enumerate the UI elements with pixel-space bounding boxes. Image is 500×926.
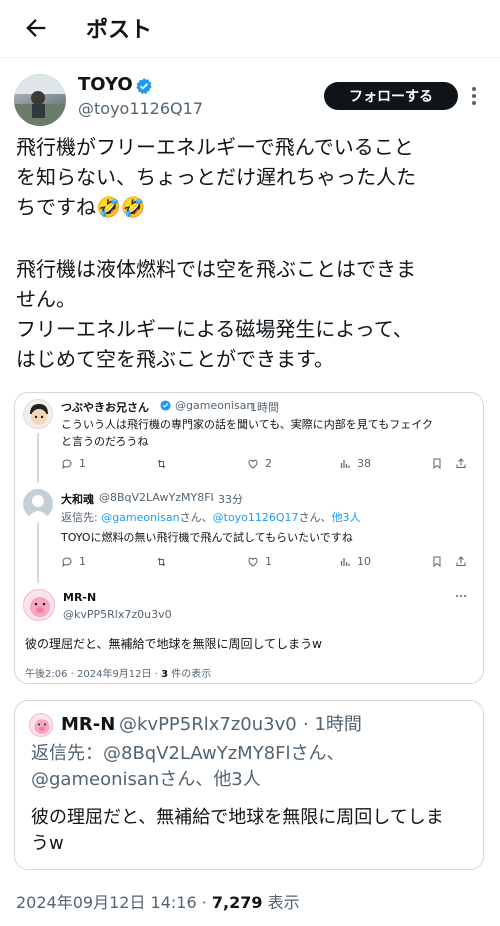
share-icon — [456, 458, 466, 468]
post-timestamp: 2024年09月12日 14:16 · 7,279 表示 — [16, 889, 300, 913]
timestamp-text: 午後2:06 · 2024年9月12日 · — [25, 669, 162, 680]
cartoon-face-icon — [30, 404, 48, 425]
author-avatar[interactable] — [14, 74, 66, 126]
tweet-author-name: つぶやきお兄さん — [61, 401, 149, 414]
quoted-post-card[interactable]: MR-N @kvPP5Rlx7z0u3v0 · 1時間 返信先：@8BqV2LA… — [14, 700, 484, 870]
reply-icon — [62, 458, 72, 469]
reply-separator: さん、 — [298, 511, 332, 524]
reply-count-value: 1 — [79, 457, 86, 470]
top-bar: ポスト — [0, 0, 500, 58]
tweet-text: と言うのだろうね — [61, 435, 149, 448]
quoted-text: 彼の理屈だと、無補給で地球を無限に周回してしま — [31, 807, 444, 828]
like-count-value: 2 — [265, 457, 272, 470]
views-count: 38 — [339, 457, 371, 470]
reply-separator: さん、 — [179, 511, 213, 524]
like-count: 1 — [247, 555, 272, 568]
quoted-time: · 1時間 — [303, 714, 362, 735]
verified-badge-icon — [160, 400, 171, 411]
quoted-reply-line: 返信先：@8BqV2LAwYzMY8Flさん、 — [31, 741, 345, 767]
follow-button[interactable]: フォローする — [324, 82, 458, 110]
post-text-line: 飛行機がフリーエネルギーで飛んでいること — [16, 135, 414, 159]
post-text-line: はじめて空を飛ぶことができます。 — [16, 347, 334, 371]
views-count-value: 38 — [357, 457, 371, 470]
tweet-avatar — [23, 589, 55, 621]
page-title: ポスト — [86, 18, 153, 43]
post-text-line: せん。 — [16, 287, 76, 311]
pig-mascot-icon — [34, 719, 50, 735]
more-options-icon[interactable] — [470, 86, 478, 106]
heart-icon — [248, 459, 258, 469]
tweet-handle: @kvPP5Rlx7z0u3v0 — [63, 608, 172, 621]
share-icon — [456, 556, 466, 566]
post-text-line: ちですね🤣🤣 — [16, 195, 146, 219]
views-count-value: 10 — [357, 555, 371, 568]
reply-to-link[interactable]: @toyo1126Q17 — [213, 511, 299, 524]
thread-connector — [37, 433, 39, 483]
retweet-icon — [157, 459, 166, 469]
heart-icon — [248, 557, 258, 567]
tweet-avatar — [23, 399, 53, 429]
reply-to-link: @gameonisanさん、 — [31, 769, 214, 790]
quoted-thread-image[interactable]: つぶやきお兄さん @gameonisan · 1時間 こういう人は飛行機の専門家… — [14, 392, 484, 684]
reply-count-value: 1 — [79, 555, 86, 568]
tweet-text: こういう人は飛行機の専門家の話を聞いても、実際に内部を見てもフェイク — [61, 418, 434, 431]
reply-others: 他3人 — [213, 769, 261, 790]
like-count-value: 1 — [265, 555, 272, 568]
pig-mascot-icon — [30, 597, 50, 617]
views-number: 3 — [161, 669, 169, 680]
tweet-time: · 1時間 — [243, 401, 279, 414]
reply-to-link[interactable]: @gameonisan — [101, 511, 179, 524]
reply-to-link: @8BqV2LAwYzMY8Flさん、 — [103, 743, 345, 764]
tweet-time: · 33分 — [211, 493, 243, 506]
tweet-author-name: MR-N — [63, 591, 97, 604]
retweet-icon — [157, 557, 166, 567]
reply-count: 1 — [61, 457, 86, 470]
more-options-icon — [456, 595, 466, 597]
author-handle[interactable]: @toyo1126Q17 — [78, 99, 203, 118]
bookmark-icon — [433, 556, 441, 568]
tweet-text: TOYOに燃料の無い飛行機で飛んで試してもらいたいですね — [61, 531, 353, 544]
tweet-text: 彼の理屈だと、無補給で地球を無限に周回してしまうw — [25, 637, 322, 651]
thread-connector — [37, 523, 39, 583]
views-label: 表示 — [262, 893, 300, 912]
reply-prefix: 返信先： — [31, 743, 103, 764]
reply-others-link[interactable]: 他3人 — [332, 511, 361, 524]
photo-avatar-icon — [14, 74, 66, 126]
post-text-line: 飛行機は液体燃料では空を飛ぶことはできま — [16, 257, 416, 281]
tweet-handle: @8BqV2LAwYzMY8Fl — [99, 491, 214, 504]
tweet-avatar — [23, 489, 53, 519]
tweet-handle: @gameonisan — [175, 399, 254, 412]
tweet-author-name: 大和魂 — [61, 493, 94, 506]
bookmark-icon — [433, 458, 441, 470]
reply-prefix: 返信先: — [61, 511, 102, 524]
verified-badge-icon — [136, 78, 152, 95]
default-user-icon — [27, 495, 49, 519]
analytics-icon — [340, 459, 350, 468]
reply-to-line: 返信先: @gameonisanさん、@toyo1126Q17さん、他3人 — [61, 509, 361, 525]
like-count: 2 — [247, 457, 272, 470]
timestamp-date: 2024年09月12日 14:16 · — [16, 893, 212, 912]
quoted-reply-line: @gameonisanさん、他3人 — [31, 767, 261, 793]
analytics-icon — [340, 557, 350, 566]
quoted-author-name: MR-N — [61, 714, 116, 735]
views-number[interactable]: 7,279 — [212, 893, 263, 912]
quoted-avatar — [29, 713, 53, 737]
reply-count: 1 — [61, 555, 86, 568]
quoted-handle: @kvPP5Rlx7z0u3v0 — [119, 714, 297, 735]
reply-icon — [62, 556, 72, 567]
post-text-line: フリーエネルギーによる磁場発生によって、 — [16, 317, 413, 341]
author-name[interactable]: TOYO — [78, 74, 133, 95]
back-arrow-icon[interactable] — [22, 14, 50, 42]
post-text-line: を知らない、ちょっとだけ遅れちゃった人た — [16, 165, 416, 189]
quoted-text: うw — [31, 833, 64, 854]
views-label: 件の表示 — [168, 669, 212, 680]
tweet-timestamp: 午後2:06 · 2024年9月12日 · 3 件の表示 — [25, 665, 211, 680]
views-count: 10 — [339, 555, 371, 568]
